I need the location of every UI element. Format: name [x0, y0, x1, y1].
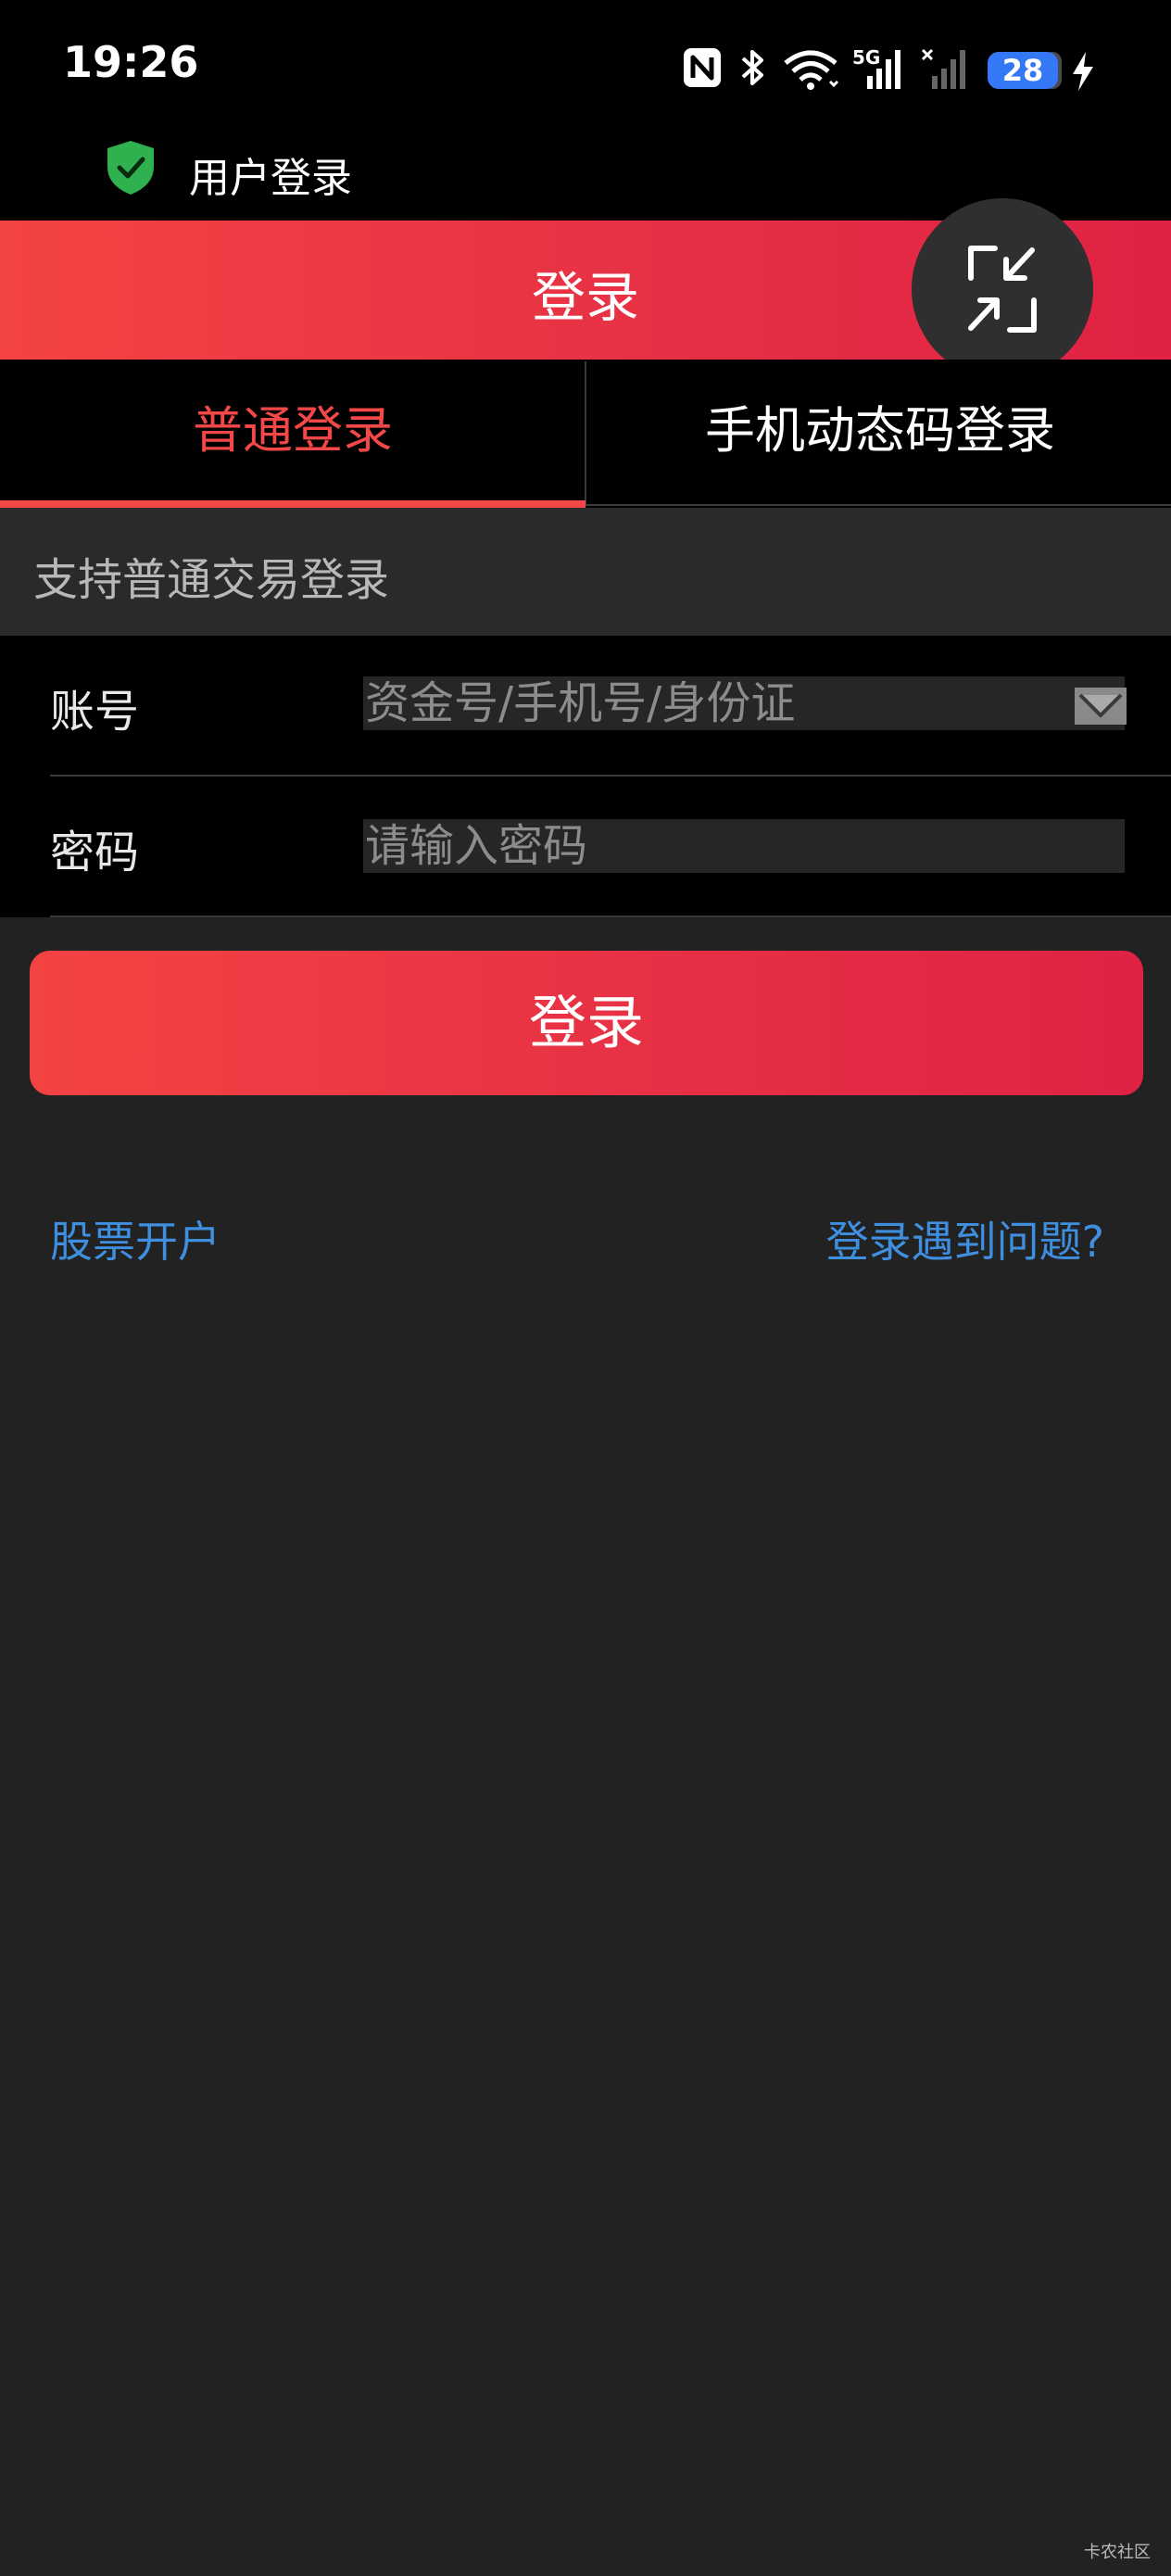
wifi-icon — [784, 50, 839, 90]
form-divider — [50, 915, 1171, 917]
signal-5g-icon — [867, 50, 900, 89]
account-dropdown-icon[interactable] — [1075, 688, 1127, 725]
active-tab-indicator — [0, 500, 586, 508]
password-input[interactable] — [363, 819, 1125, 873]
watermark: 卡农社区 — [1084, 2543, 1151, 2562]
login-hint: 支持普通交易登录 — [33, 554, 390, 606]
password-label: 密码 — [50, 827, 140, 878]
account-label: 账号 — [50, 686, 140, 738]
tab-sms-code-login[interactable]: 手机动态码登录 — [587, 360, 1171, 508]
signal-no-sim-icon — [921, 48, 965, 89]
floating-collapse-button[interactable] — [912, 198, 1093, 380]
tab-divider — [585, 361, 586, 506]
status-time: 19:26 — [63, 37, 199, 87]
bluetooth-icon — [741, 50, 763, 85]
login-button[interactable]: 登录 — [30, 951, 1143, 1095]
collapse-arrows-icon — [968, 246, 1037, 333]
shield-check-icon — [107, 141, 154, 195]
form-divider — [50, 775, 1171, 777]
tab-bottom-border — [586, 504, 1171, 506]
battery-level: 28 — [988, 52, 1058, 89]
tab-normal-login[interactable]: 普通登录 — [0, 360, 586, 508]
charging-icon — [1073, 52, 1093, 91]
app-title: 用户登录 — [189, 155, 352, 202]
account-input[interactable] — [363, 676, 1125, 730]
nfc-icon — [684, 48, 721, 87]
login-help-link[interactable]: 登录遇到问题? — [826, 1208, 1104, 1269]
open-account-link[interactable]: 股票开户 — [50, 1208, 220, 1269]
